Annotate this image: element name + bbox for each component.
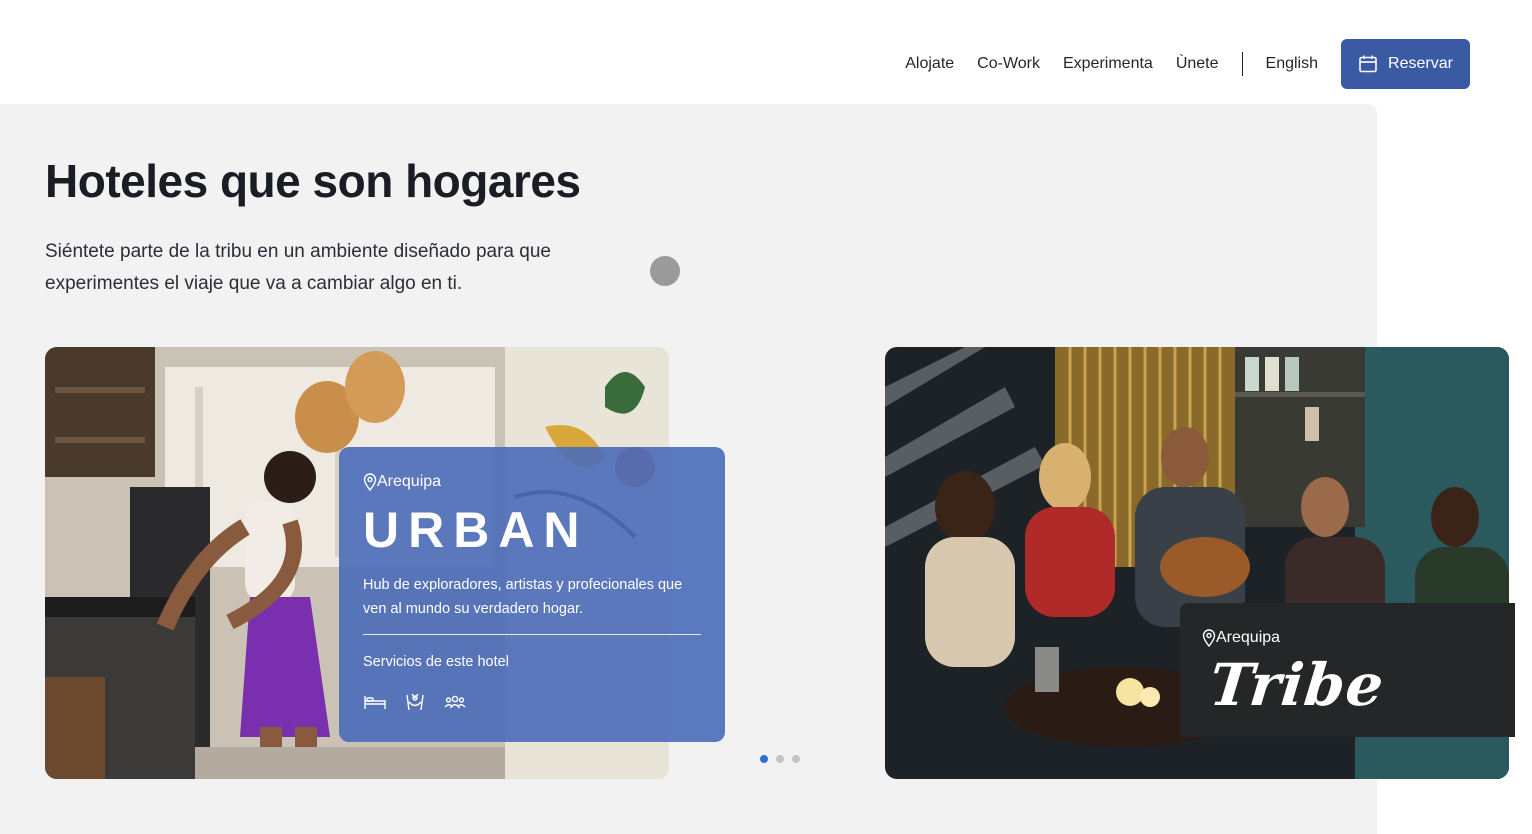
nav-divider [1241, 52, 1243, 76]
services-label: Servicios de este hotel [363, 654, 509, 670]
urban-location: Arequipa [363, 473, 441, 491]
services-list [363, 691, 467, 713]
page-title: Hoteles que son hogares [45, 155, 581, 207]
nav-link-cowork[interactable]: Co-Work [977, 55, 1040, 73]
hammock-icon [403, 691, 427, 713]
language-switch[interactable]: English [1266, 55, 1318, 73]
urban-info-card: Arequipa URBAN Hub de exploradores, arti… [339, 447, 725, 742]
nav-links: Alojate Co-Work Experimenta Ùnete Englis… [905, 39, 1470, 89]
tribe-logo: Tribe [1206, 651, 1388, 719]
nav-link-unete[interactable]: Ùnete [1176, 55, 1219, 73]
reserve-button[interactable]: Reservar [1341, 39, 1470, 89]
calendar-icon [1359, 55, 1377, 73]
bed-icon [363, 691, 387, 713]
tribe-location-label: Arequipa [1216, 629, 1281, 646]
page-subtitle: Siéntete parte de la tribu en un ambient… [45, 241, 551, 294]
tribe-info-card: Arequipa Tribe [1180, 603, 1515, 737]
carousel-dot-3[interactable] [792, 755, 800, 763]
location-pin-icon [363, 473, 377, 491]
location-pin-icon [1202, 629, 1216, 647]
top-nav: Alojate Co-Work Experimenta Ùnete Englis… [0, 0, 1532, 104]
nav-link-experimenta[interactable]: Experimenta [1063, 55, 1153, 73]
urban-location-label: Arequipa [377, 473, 442, 490]
reserve-label: Reservar [1388, 55, 1453, 72]
cursor-indicator [650, 256, 680, 286]
carousel-dot-1[interactable] [760, 755, 768, 763]
divider [363, 634, 701, 635]
tribe-location: Arequipa [1202, 629, 1280, 647]
carousel-pagination [760, 755, 800, 763]
urban-description: Hub de exploradores, artistas y profecio… [363, 577, 683, 617]
urban-logo: URBAN [363, 502, 589, 558]
nav-link-alojate[interactable]: Alojate [905, 55, 954, 73]
carousel-dot-2[interactable] [776, 755, 784, 763]
community-icon [443, 691, 467, 713]
